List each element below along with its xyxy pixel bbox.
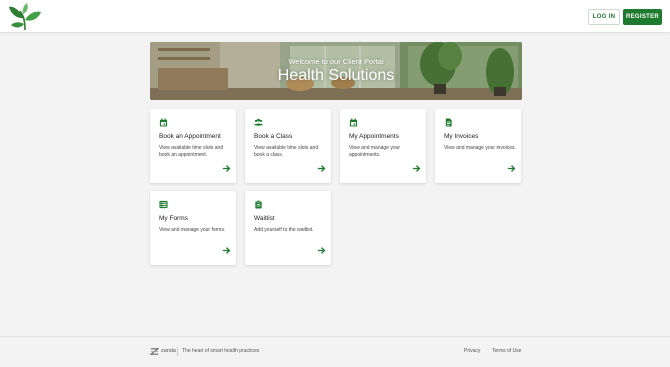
clipboard-icon bbox=[255, 200, 262, 209]
card-description: View and manage your appointments. bbox=[349, 145, 401, 158]
footer-tagline: The heart of smart health practices bbox=[182, 348, 260, 354]
card-description: View available time slots and book a cla… bbox=[254, 145, 319, 158]
card-book-appointment[interactable]: Book an Appointment View available time … bbox=[150, 109, 236, 183]
card-my-appointments[interactable]: My Appointments View and manage your app… bbox=[340, 109, 426, 183]
card-book-class[interactable]: Book a Class View available time slots a… bbox=[245, 109, 331, 183]
card-title: My Invoices bbox=[444, 133, 479, 140]
card-my-invoices[interactable]: My Invoices View and manage your invoice… bbox=[435, 109, 521, 183]
arrow-right-icon[interactable] bbox=[222, 246, 231, 255]
zanda-logo-icon[interactable] bbox=[150, 347, 159, 356]
card-title: My Forms bbox=[159, 215, 188, 222]
card-description: View and manage your invoices. bbox=[444, 145, 516, 151]
hero-banner: Welcome to our Client Portal Health Solu… bbox=[150, 42, 522, 100]
card-description: View and manage your forms. bbox=[159, 227, 226, 233]
calendar-icon bbox=[159, 118, 168, 127]
arrow-right-icon[interactable] bbox=[317, 164, 326, 173]
arrow-right-icon[interactable] bbox=[317, 246, 326, 255]
card-title: Book a Class bbox=[254, 133, 293, 140]
forms-icon bbox=[159, 200, 168, 209]
privacy-link[interactable]: Privacy bbox=[464, 348, 480, 354]
card-waitlist[interactable]: Waitlist Add yourself to the waitlist. bbox=[245, 191, 331, 265]
footer-bar bbox=[0, 336, 670, 367]
register-button[interactable]: REGISTER bbox=[623, 9, 662, 25]
terms-of-use-link[interactable]: Terms of Use bbox=[492, 348, 521, 354]
people-icon bbox=[254, 118, 263, 126]
leaf-logo-icon[interactable] bbox=[8, 2, 42, 32]
arrow-right-icon[interactable] bbox=[412, 164, 421, 173]
invoice-icon bbox=[445, 118, 452, 127]
card-title: Waitlist bbox=[254, 215, 275, 222]
arrow-right-icon[interactable] bbox=[222, 164, 231, 173]
arrow-right-icon[interactable] bbox=[507, 164, 516, 173]
card-my-forms[interactable]: My Forms View and manage your forms. bbox=[150, 191, 236, 265]
card-title: My Appointments bbox=[349, 133, 399, 140]
hero-title: Health Solutions bbox=[277, 67, 395, 84]
card-description: Add yourself to the waitlist. bbox=[254, 227, 314, 233]
zanda-brand-name: zanda bbox=[161, 348, 176, 354]
login-button[interactable]: LOG IN bbox=[588, 9, 620, 25]
card-description: View available time slots and book an ap… bbox=[159, 145, 224, 158]
calendar-icon bbox=[349, 118, 358, 127]
header-bar: LOG IN REGISTER bbox=[0, 0, 670, 33]
footer-divider bbox=[177, 347, 178, 356]
hero-subtitle: Welcome to our Client Portal bbox=[288, 57, 384, 66]
card-title: Book an Appointment bbox=[159, 133, 221, 140]
